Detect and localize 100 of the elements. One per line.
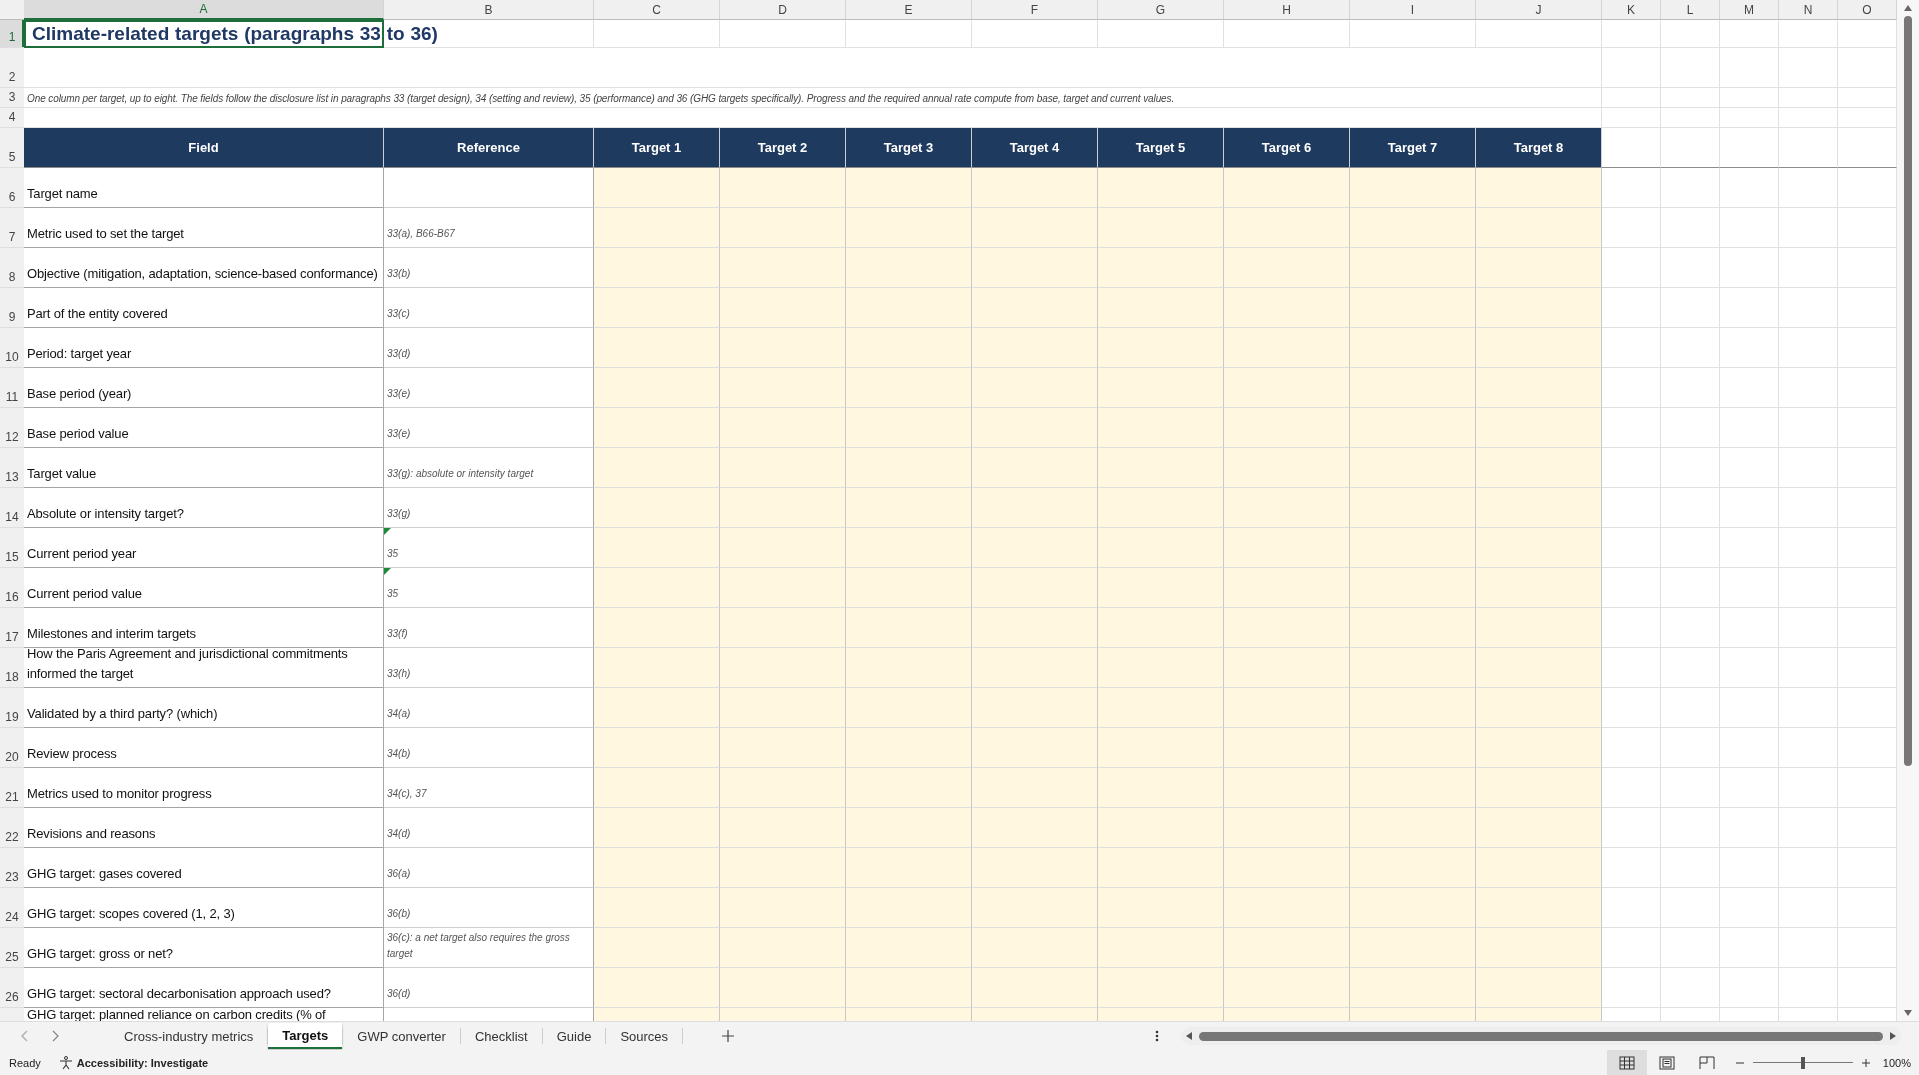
input-cell[interactable] — [1476, 408, 1602, 448]
empty-cell[interactable] — [1224, 20, 1350, 48]
row-number[interactable]: 22 — [0, 808, 24, 848]
input-cell[interactable] — [1098, 248, 1224, 288]
input-cell[interactable] — [1098, 928, 1224, 968]
empty-cell[interactable] — [1661, 968, 1720, 1008]
input-cell[interactable] — [972, 288, 1098, 328]
input-cell[interactable] — [1098, 168, 1224, 208]
input-cell[interactable] — [1098, 608, 1224, 648]
input-cell[interactable] — [1476, 368, 1602, 408]
empty-cell[interactable] — [1720, 20, 1779, 48]
input-cell[interactable] — [594, 328, 720, 368]
empty-cell[interactable] — [1720, 648, 1779, 688]
empty-cell[interactable] — [1720, 168, 1779, 208]
empty-cell[interactable] — [1661, 108, 1720, 128]
input-cell[interactable] — [594, 968, 720, 1008]
horizontal-scrollbar[interactable] — [1199, 1031, 1883, 1041]
column-header[interactable]: J — [1476, 0, 1602, 20]
row-number[interactable]: 3 — [0, 88, 24, 108]
input-cell[interactable] — [846, 968, 972, 1008]
input-cell[interactable] — [594, 208, 720, 248]
empty-cell[interactable] — [1720, 728, 1779, 768]
empty-cell[interactable] — [1720, 88, 1779, 108]
empty-cell[interactable] — [1602, 88, 1661, 108]
input-cell[interactable] — [846, 368, 972, 408]
empty-cell[interactable] — [1779, 888, 1838, 928]
empty-cell[interactable] — [1661, 768, 1720, 808]
input-cell[interactable] — [1098, 368, 1224, 408]
input-cell[interactable] — [720, 368, 846, 408]
input-cell[interactable] — [1476, 688, 1602, 728]
input-cell[interactable] — [846, 608, 972, 648]
input-cell[interactable] — [1350, 408, 1476, 448]
row-number[interactable]: 20 — [0, 728, 24, 768]
input-cell[interactable] — [972, 208, 1098, 248]
empty-cell[interactable] — [1661, 288, 1720, 328]
input-cell[interactable] — [1350, 608, 1476, 648]
input-cell[interactable] — [1224, 608, 1350, 648]
empty-cell[interactable] — [1779, 528, 1838, 568]
input-cell[interactable] — [1224, 688, 1350, 728]
empty-cell[interactable] — [1661, 328, 1720, 368]
input-cell[interactable] — [1224, 168, 1350, 208]
input-cell[interactable] — [1350, 768, 1476, 808]
input-cell[interactable] — [720, 248, 846, 288]
column-header[interactable]: C — [594, 0, 720, 20]
input-cell[interactable] — [720, 888, 846, 928]
empty-cell[interactable] — [1720, 128, 1779, 168]
empty-cell[interactable] — [1661, 608, 1720, 648]
input-cell[interactable] — [972, 728, 1098, 768]
empty-cell[interactable] — [1720, 768, 1779, 808]
input-cell[interactable] — [594, 168, 720, 208]
empty-cell[interactable] — [1779, 688, 1838, 728]
empty-cell[interactable] — [720, 20, 846, 48]
scroll-right-icon[interactable] — [1889, 1031, 1897, 1041]
empty-cell[interactable] — [1779, 88, 1838, 108]
empty-cell[interactable] — [1602, 48, 1661, 88]
empty-cell[interactable] — [1779, 208, 1838, 248]
next-sheet-icon[interactable] — [50, 1030, 60, 1042]
empty-cell[interactable] — [1720, 808, 1779, 848]
empty-cell[interactable] — [1720, 108, 1779, 128]
input-cell[interactable] — [1476, 928, 1602, 968]
zoom-slider-thumb[interactable] — [1800, 1056, 1805, 1069]
scroll-down-icon[interactable] — [1903, 1009, 1913, 1017]
input-cell[interactable] — [1224, 728, 1350, 768]
row-number[interactable]: 17 — [0, 608, 24, 648]
input-cell[interactable] — [1476, 528, 1602, 568]
input-cell[interactable] — [846, 808, 972, 848]
input-cell[interactable] — [846, 288, 972, 328]
input-cell[interactable] — [1098, 888, 1224, 928]
empty-cell[interactable] — [1779, 768, 1838, 808]
input-cell[interactable] — [846, 248, 972, 288]
empty-cell[interactable] — [1720, 48, 1779, 88]
input-cell[interactable] — [594, 648, 720, 688]
input-cell[interactable] — [1350, 488, 1476, 528]
input-cell[interactable] — [720, 608, 846, 648]
input-cell[interactable] — [1350, 368, 1476, 408]
row-number[interactable]: 2 — [0, 48, 24, 88]
empty-cell[interactable] — [1720, 928, 1779, 968]
row-number[interactable]: 13 — [0, 448, 24, 488]
input-cell[interactable] — [846, 168, 972, 208]
input-cell[interactable] — [1098, 208, 1224, 248]
input-cell[interactable] — [1350, 208, 1476, 248]
input-cell[interactable] — [594, 688, 720, 728]
empty-cell[interactable] — [1720, 448, 1779, 488]
input-cell[interactable] — [720, 848, 846, 888]
input-cell[interactable] — [720, 928, 846, 968]
sheet-tab[interactable]: Checklist — [460, 1023, 542, 1049]
empty-cell[interactable] — [1661, 688, 1720, 728]
empty-cell[interactable] — [1720, 688, 1779, 728]
input-cell[interactable] — [1350, 968, 1476, 1008]
empty-cell[interactable] — [1720, 568, 1779, 608]
column-header[interactable]: K — [1602, 0, 1661, 20]
input-cell[interactable] — [972, 888, 1098, 928]
empty-cell[interactable] — [1661, 368, 1720, 408]
input-cell[interactable] — [1350, 248, 1476, 288]
input-cell[interactable] — [846, 208, 972, 248]
input-cell[interactable] — [972, 968, 1098, 1008]
input-cell[interactable] — [1476, 288, 1602, 328]
input-cell[interactable] — [1098, 968, 1224, 1008]
empty-cell[interactable] — [1661, 728, 1720, 768]
input-cell[interactable] — [1098, 448, 1224, 488]
